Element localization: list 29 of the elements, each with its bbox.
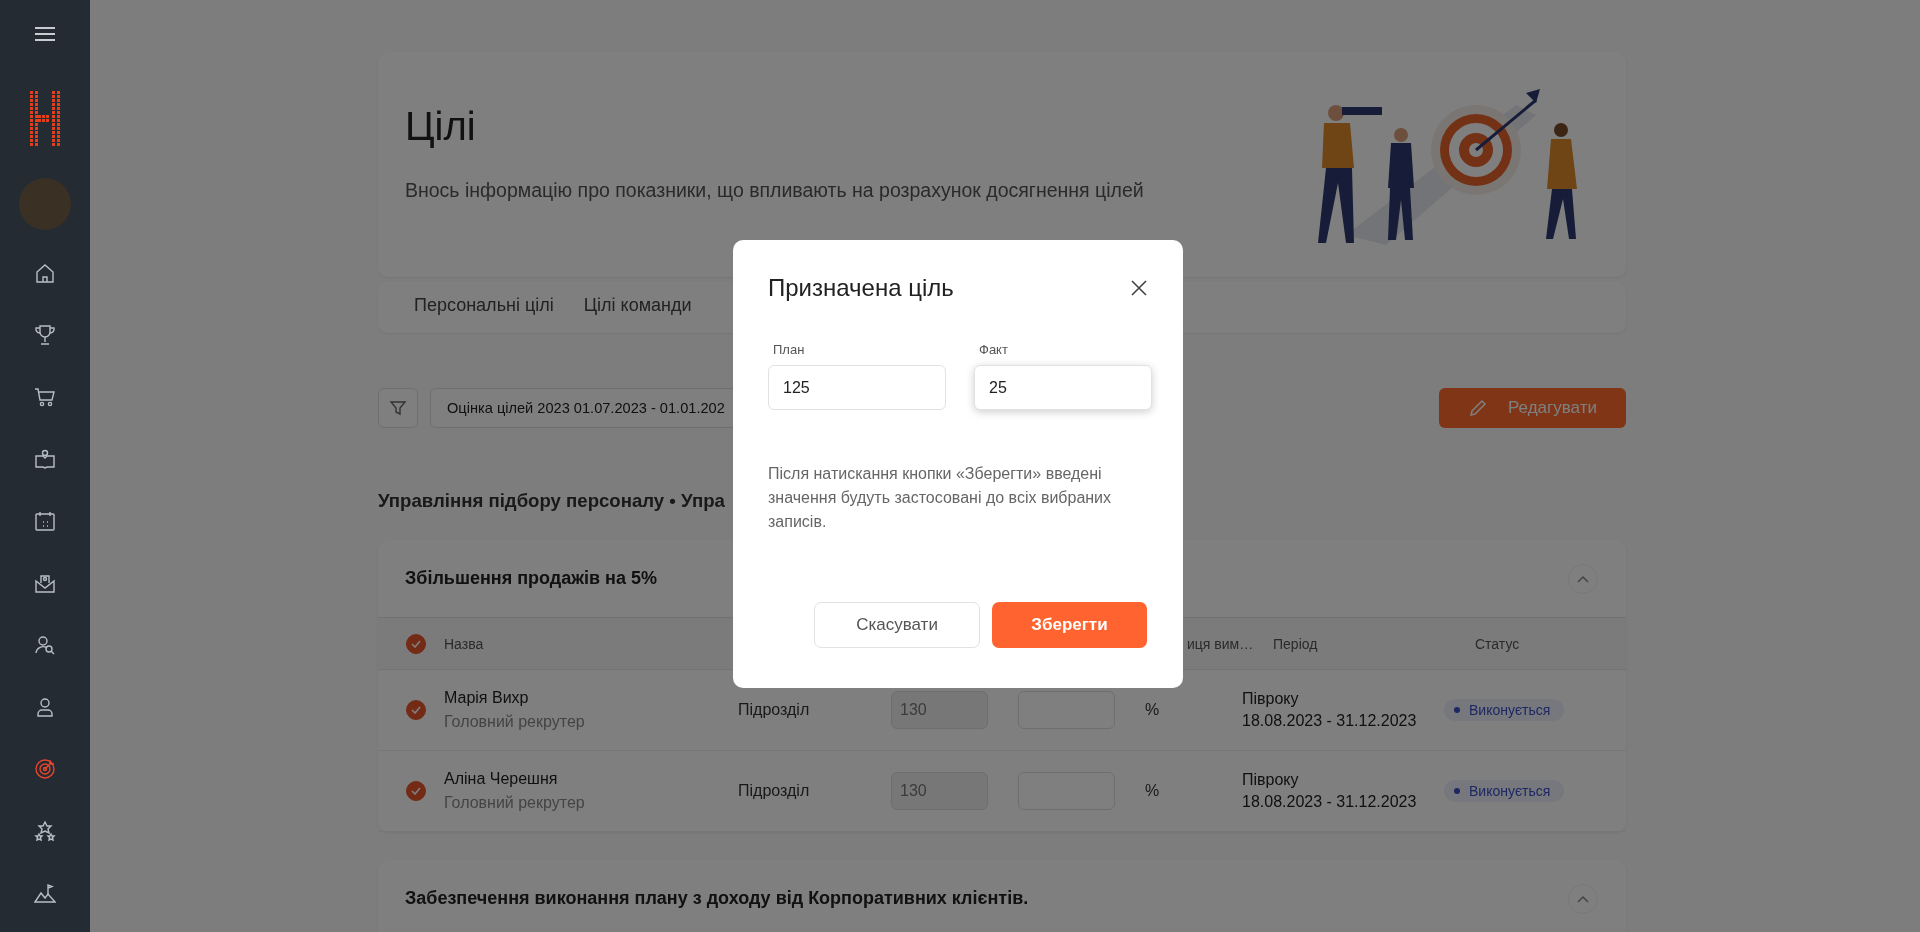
status-badge: Виконується xyxy=(1444,780,1565,802)
goal-title: Забезпечення виконання плану з доходу від Корпоративних клієнтів. xyxy=(405,888,1029,909)
column-header: Назва xyxy=(444,635,485,652)
employee-name: Аліна Черешня xyxy=(444,770,559,788)
plan-field: 130 xyxy=(891,772,988,810)
section-title: Управління підбору персоналу • Упра xyxy=(378,490,725,512)
table-cell-text: Підрозділ xyxy=(738,782,811,800)
employee-role: Головний рекрутер xyxy=(444,713,586,731)
status-badge: Виконується xyxy=(1444,699,1565,721)
period-label: Півроку xyxy=(1242,690,1300,708)
dialog-title: Призначена ціль xyxy=(768,274,954,302)
table-cell-text: % xyxy=(1144,782,1161,800)
page-subtitle: Внось інформацію про показники, що впливають на розрахунок досягнення цілей xyxy=(405,179,1144,202)
employee-role: Головний рекрутер xyxy=(444,794,586,812)
column-header: Період xyxy=(1273,635,1319,652)
column-header: Статус xyxy=(1475,635,1520,652)
field-label: План xyxy=(772,342,806,357)
period-dates: 18.08.2023 - 31.12.2023 xyxy=(1242,793,1418,811)
column-header: иця вим… xyxy=(1187,635,1255,652)
employee-name: Марія Вихр xyxy=(444,689,530,707)
field-label: Факт xyxy=(978,342,1009,357)
period-label: Півроку xyxy=(1242,771,1300,789)
dialog-note: Після натискання кнопки «Зберегти» введені значення будуть застосовані до всіх вибраних записів. xyxy=(768,464,1113,532)
plan-field: 130 xyxy=(891,691,988,729)
period-dates: 18.08.2023 - 31.12.2023 xyxy=(1242,712,1418,730)
table-cell-text: % xyxy=(1144,701,1161,719)
goal-title: Збільшення продажів на 5% xyxy=(405,568,657,589)
table-cell-text: Підрозділ xyxy=(738,701,811,719)
page-title: Цілі xyxy=(405,104,477,149)
